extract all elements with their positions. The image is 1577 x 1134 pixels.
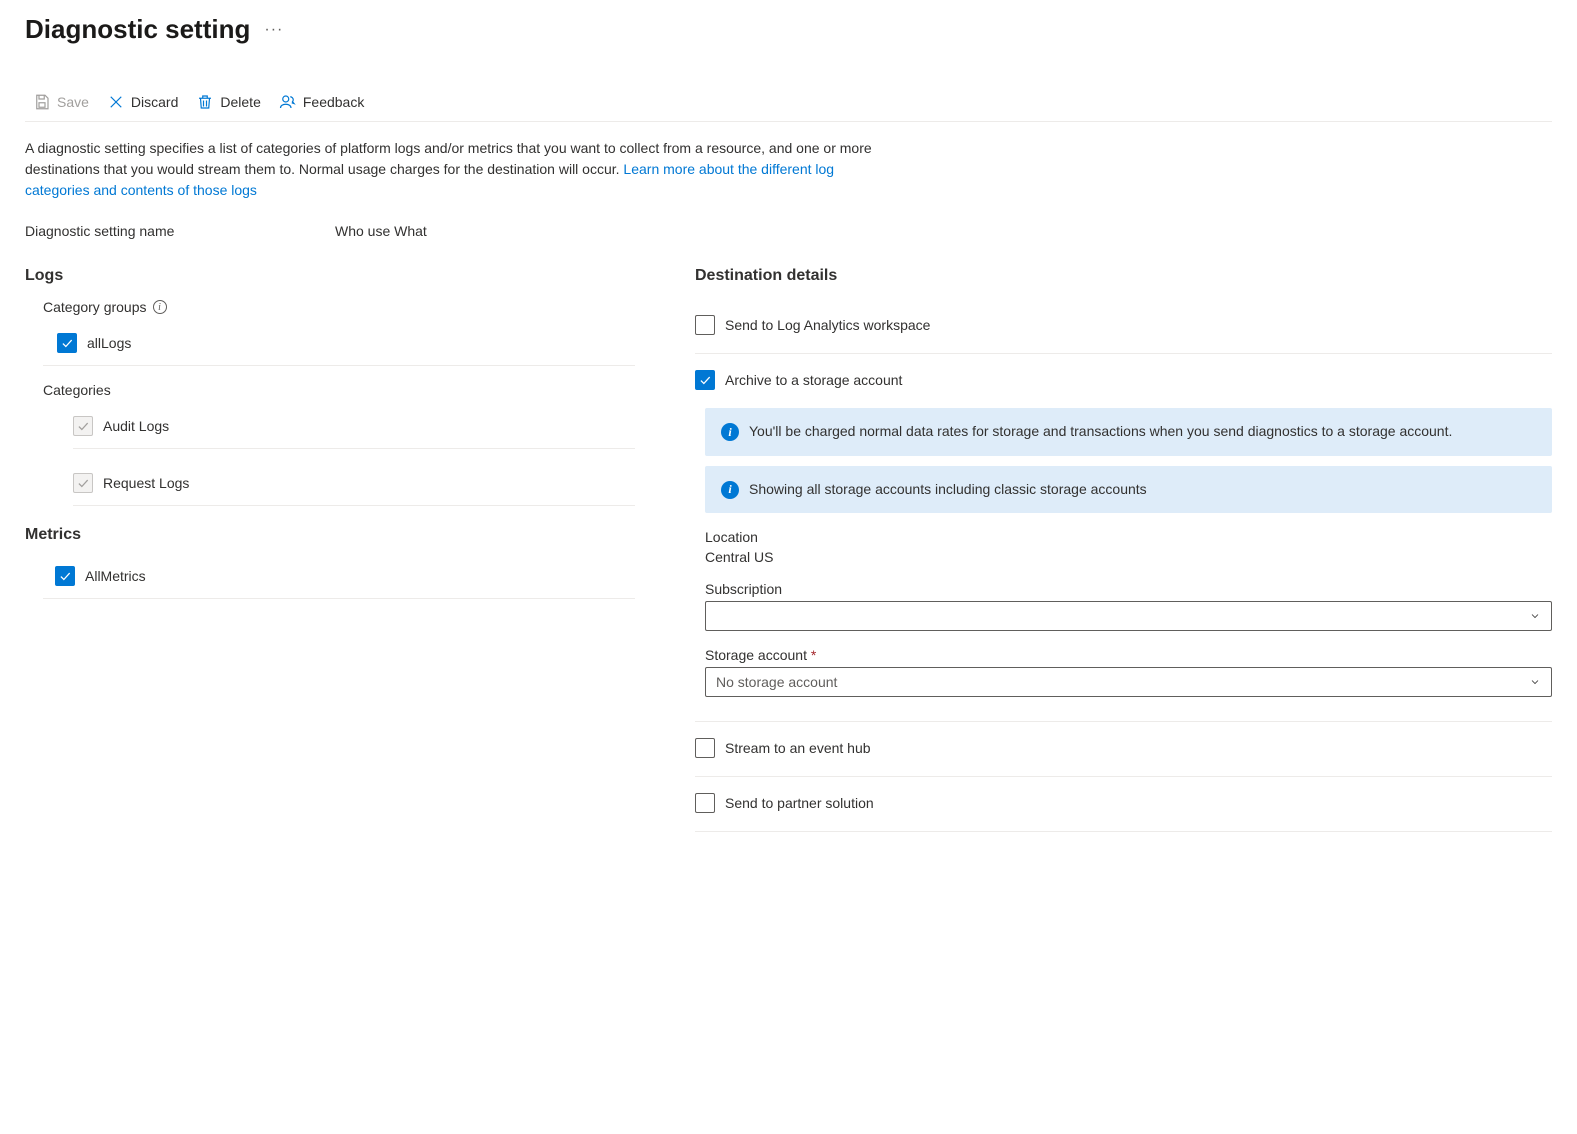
- required-indicator: *: [811, 647, 816, 663]
- auditlogs-row: Audit Logs: [73, 408, 635, 444]
- dest-loganalytics-row[interactable]: Send to Log Analytics workspace: [695, 307, 1552, 343]
- close-icon: [107, 93, 125, 111]
- dest-partner-label: Send to partner solution: [725, 795, 874, 811]
- header: Diagnostic setting ···: [25, 14, 1552, 45]
- location-value: Central US: [705, 549, 1552, 565]
- toolbar: Save Discard Delete Feedback: [25, 85, 1552, 122]
- allmetrics-checkbox[interactable]: [55, 566, 75, 586]
- subscription-label: Subscription: [705, 581, 1552, 597]
- alllogs-row[interactable]: allLogs: [57, 325, 635, 361]
- dest-archive-label: Archive to a storage account: [725, 372, 902, 388]
- more-icon[interactable]: ···: [264, 21, 283, 39]
- divider: [73, 448, 635, 449]
- requestlogs-row: Request Logs: [73, 465, 635, 501]
- subscription-select[interactable]: [705, 601, 1552, 631]
- requestlogs-label: Request Logs: [103, 475, 189, 491]
- info-banner-charges: i You'll be charged normal data rates fo…: [705, 408, 1552, 456]
- dest-eventhub-label: Stream to an event hub: [725, 740, 871, 756]
- category-groups-label: Category groups i: [43, 299, 635, 315]
- destination-title: Destination details: [695, 267, 1552, 285]
- discard-button[interactable]: Discard: [107, 93, 178, 111]
- categories-label: Categories: [43, 382, 635, 398]
- dest-eventhub-checkbox[interactable]: [695, 738, 715, 758]
- chevron-down-icon: [1529, 676, 1541, 688]
- logs-title: Logs: [25, 267, 635, 285]
- feedback-button[interactable]: Feedback: [279, 93, 364, 111]
- dest-archive-row[interactable]: Archive to a storage account: [695, 362, 1552, 398]
- dest-archive-checkbox[interactable]: [695, 370, 715, 390]
- setting-name-row: Diagnostic setting name Who use What: [25, 223, 1552, 239]
- save-icon: [33, 93, 51, 111]
- auditlogs-label: Audit Logs: [103, 418, 169, 434]
- info-icon: i: [721, 481, 739, 499]
- divider: [43, 365, 635, 366]
- dest-loganalytics-checkbox[interactable]: [695, 315, 715, 335]
- dest-eventhub-row[interactable]: Stream to an event hub: [695, 730, 1552, 766]
- page-title: Diagnostic setting: [25, 14, 250, 45]
- info-icon: i: [721, 423, 739, 441]
- info-icon[interactable]: i: [153, 300, 167, 314]
- metrics-title: Metrics: [25, 526, 635, 544]
- storageaccount-select[interactable]: No storage account: [705, 667, 1552, 697]
- setting-name-value: Who use What: [335, 223, 427, 239]
- allmetrics-label: AllMetrics: [85, 568, 146, 584]
- auditlogs-checkbox: [73, 416, 93, 436]
- allmetrics-row[interactable]: AllMetrics: [55, 558, 635, 594]
- storageaccount-label: Storage account *: [705, 647, 1552, 663]
- dest-partner-checkbox[interactable]: [695, 793, 715, 813]
- save-button: Save: [33, 93, 89, 111]
- chevron-down-icon: [1529, 610, 1541, 622]
- setting-name-label: Diagnostic setting name: [25, 223, 335, 239]
- divider: [43, 598, 635, 599]
- dest-partner-row[interactable]: Send to partner solution: [695, 785, 1552, 821]
- divider: [73, 505, 635, 506]
- location-label: Location: [705, 529, 1552, 545]
- trash-icon: [196, 93, 214, 111]
- alllogs-checkbox[interactable]: [57, 333, 77, 353]
- destination-column: Destination details Send to Log Analytic…: [695, 267, 1552, 832]
- delete-button[interactable]: Delete: [196, 93, 260, 111]
- requestlogs-checkbox: [73, 473, 93, 493]
- description-text: A diagnostic setting specifies a list of…: [25, 138, 895, 201]
- dest-loganalytics-label: Send to Log Analytics workspace: [725, 317, 930, 333]
- logs-metrics-column: Logs Category groups i allLogs Categorie…: [25, 267, 635, 832]
- info-banner-allaccounts: i Showing all storage accounts including…: [705, 466, 1552, 514]
- alllogs-label: allLogs: [87, 335, 131, 351]
- feedback-icon: [279, 93, 297, 111]
